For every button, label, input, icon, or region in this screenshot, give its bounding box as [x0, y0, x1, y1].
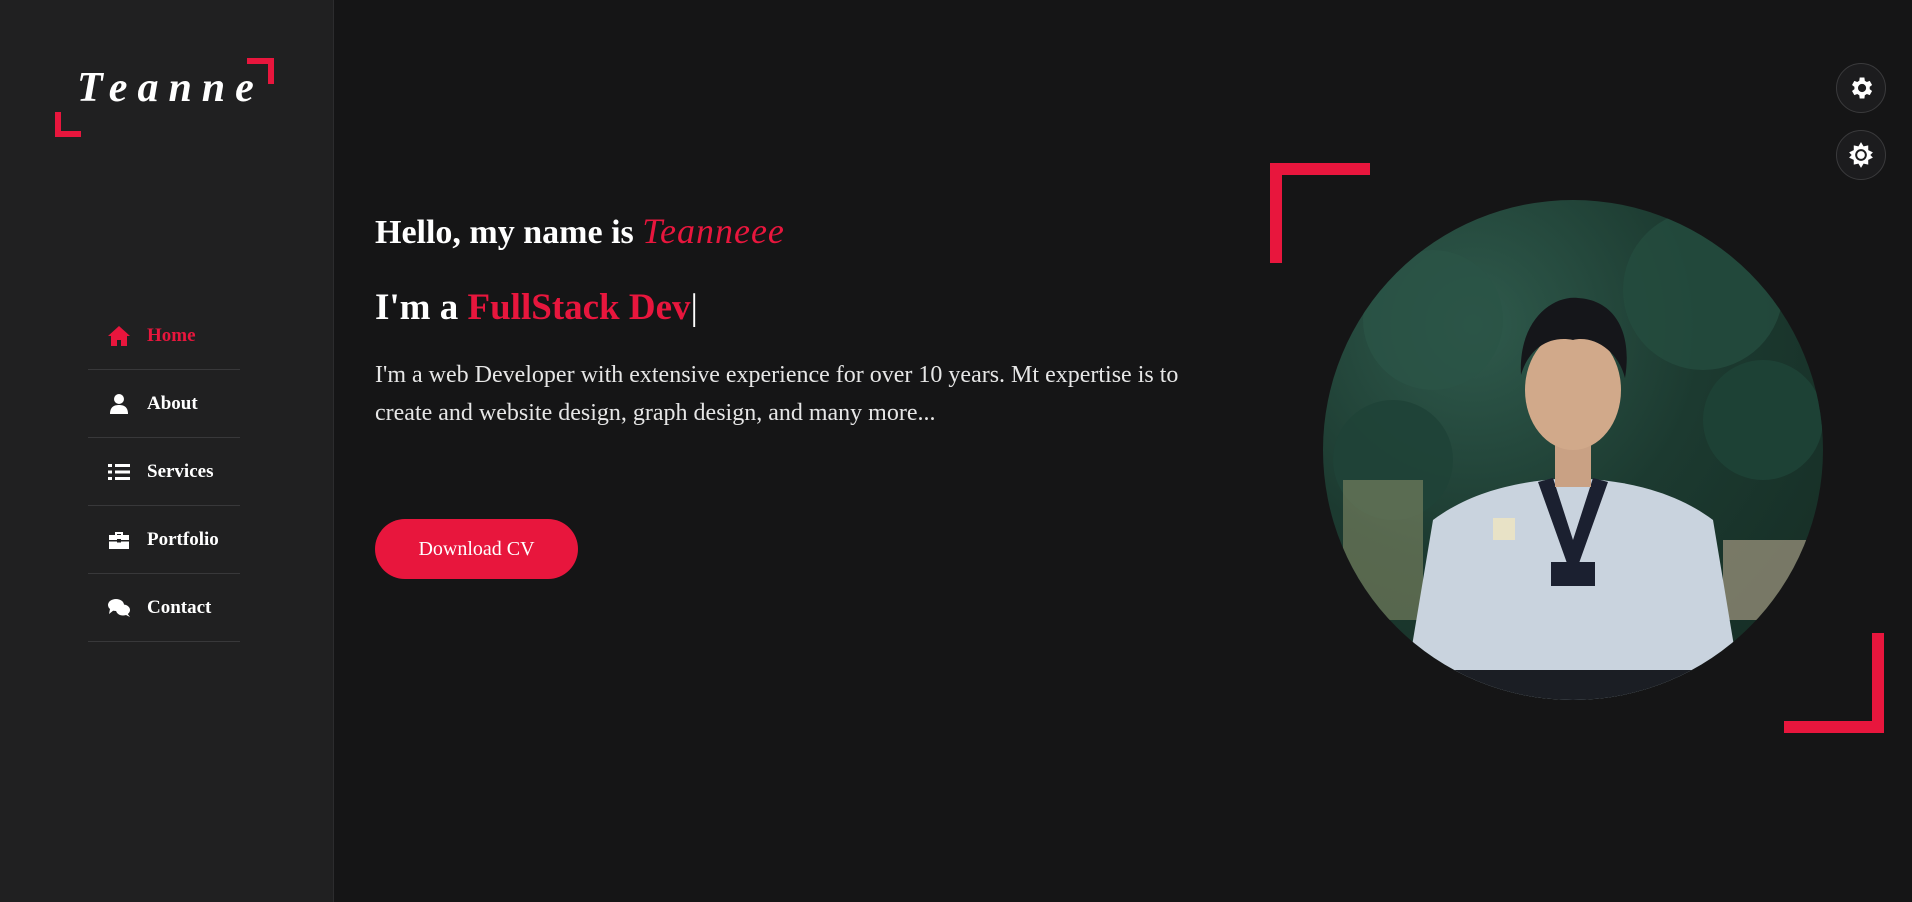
hero-name: Teanneee	[642, 211, 785, 251]
frame-corner-top-left	[1270, 163, 1370, 263]
nav-item-label: Contact	[147, 596, 212, 618]
nav-item-label: About	[147, 392, 198, 414]
nav-item-contact[interactable]: Contact	[88, 574, 240, 642]
main-nav: Home About Services Portfolio Contact	[88, 302, 240, 642]
settings-button[interactable]	[1836, 63, 1886, 113]
role-title: FullStack Dev	[467, 287, 691, 328]
frame-corner-bottom-right	[1784, 633, 1884, 733]
typing-cursor: |	[690, 287, 698, 328]
logo[interactable]: Teanne	[55, 58, 274, 137]
nav-item-label: Home	[147, 324, 196, 346]
role-prefix: I'm a	[375, 287, 468, 328]
profile-photo	[1323, 200, 1823, 700]
theme-toggle-button[interactable]	[1836, 130, 1886, 180]
greeting: Hello, my name is Teanneee	[375, 210, 785, 252]
hero-description: I'm a web Developer with extensive exper…	[375, 362, 1179, 426]
nav-item-about[interactable]: About	[88, 370, 240, 438]
greeting-text: Hello, my name is	[375, 214, 643, 251]
nav-item-portfolio[interactable]: Portfolio	[88, 506, 240, 574]
download-cv-button[interactable]: Download CV	[375, 519, 578, 579]
logo-text: Teanne	[77, 65, 264, 111]
sun-icon	[1849, 142, 1873, 168]
user-icon	[105, 393, 133, 415]
nav-item-home[interactable]: Home	[88, 302, 240, 370]
home-icon	[105, 325, 133, 347]
sidebar: Teanne Home About Services Portfolio Con…	[0, 0, 334, 902]
profile-photo-illustration	[1333, 210, 1823, 700]
nav-item-services[interactable]: Services	[88, 438, 240, 506]
logo-corner-bottom-left	[55, 112, 81, 137]
chat-icon	[105, 597, 133, 619]
list-icon	[105, 461, 133, 483]
nav-item-label: Portfolio	[147, 528, 219, 550]
briefcase-icon	[105, 529, 133, 551]
gear-icon	[1852, 77, 1873, 99]
nav-item-label: Services	[147, 460, 214, 482]
role-heading: I'm a FullStack Dev|	[375, 286, 698, 329]
